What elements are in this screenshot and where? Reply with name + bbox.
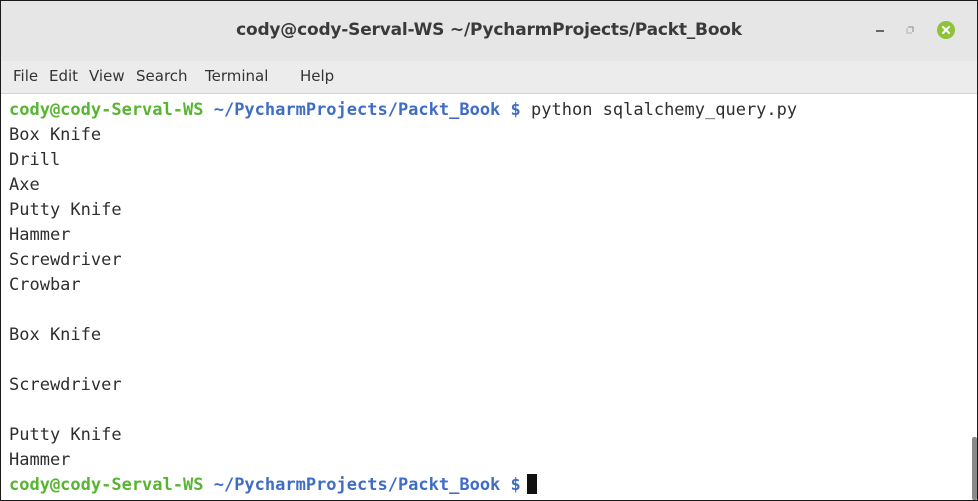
menu-edit[interactable]: Edit [49, 61, 78, 93]
maximize-button[interactable] [899, 19, 921, 41]
output-line: Box Knife [9, 125, 102, 145]
menu-help[interactable]: Help [300, 61, 334, 93]
maximize-icon [906, 26, 914, 34]
final-prompt-user: cody@cody-Serval-WS [9, 475, 204, 495]
output-line: Axe [9, 175, 40, 195]
command-line: cody@cody-Serval-WS ~/PycharmProjects/Pa… [9, 97, 797, 123]
menu-bar: File Edit View Search Terminal Help [1, 61, 977, 94]
output-line: Hammer [9, 450, 71, 470]
output-line: Putty Knife [9, 200, 122, 220]
close-button[interactable] [935, 19, 957, 41]
terminal-window: cody@cody-Serval-WS ~/PycharmProjects/Pa… [0, 0, 978, 501]
final-prompt-path: ~/PycharmProjects/Packt_Book $ [213, 475, 521, 495]
menu-terminal[interactable]: Terminal [205, 61, 268, 93]
final-prompt-line: cody@cody-Serval-WS ~/PycharmProjects/Pa… [9, 472, 537, 498]
output-line: Screwdriver [9, 375, 122, 395]
command-text: python sqlalchemy_query.py [531, 100, 798, 120]
prompt-path: ~/PycharmProjects/Packt_Book $ [213, 100, 521, 120]
scrollbar[interactable] [972, 437, 977, 500]
output-line: Drill [9, 150, 61, 170]
output-line: Box Knife [9, 325, 102, 345]
output-line: Crowbar [9, 275, 81, 295]
window-title: cody@cody-Serval-WS ~/PycharmProjects/Pa… [236, 20, 742, 40]
minimize-button[interactable] [869, 19, 891, 41]
close-icon [937, 21, 955, 39]
menu-view[interactable]: View [89, 61, 125, 93]
output-line: Screwdriver [9, 250, 122, 270]
menu-file[interactable]: File [13, 61, 38, 93]
minimize-icon [876, 30, 884, 32]
terminal-output-area[interactable]: cody@cody-Serval-WS ~/PycharmProjects/Pa… [1, 94, 977, 500]
output-line: Putty Knife [9, 425, 122, 445]
menu-search[interactable]: Search [136, 61, 188, 93]
output-line: Hammer [9, 225, 71, 245]
prompt-user: cody@cody-Serval-WS [9, 100, 204, 120]
title-bar[interactable]: cody@cody-Serval-WS ~/PycharmProjects/Pa… [1, 1, 977, 61]
text-cursor [526, 474, 537, 494]
